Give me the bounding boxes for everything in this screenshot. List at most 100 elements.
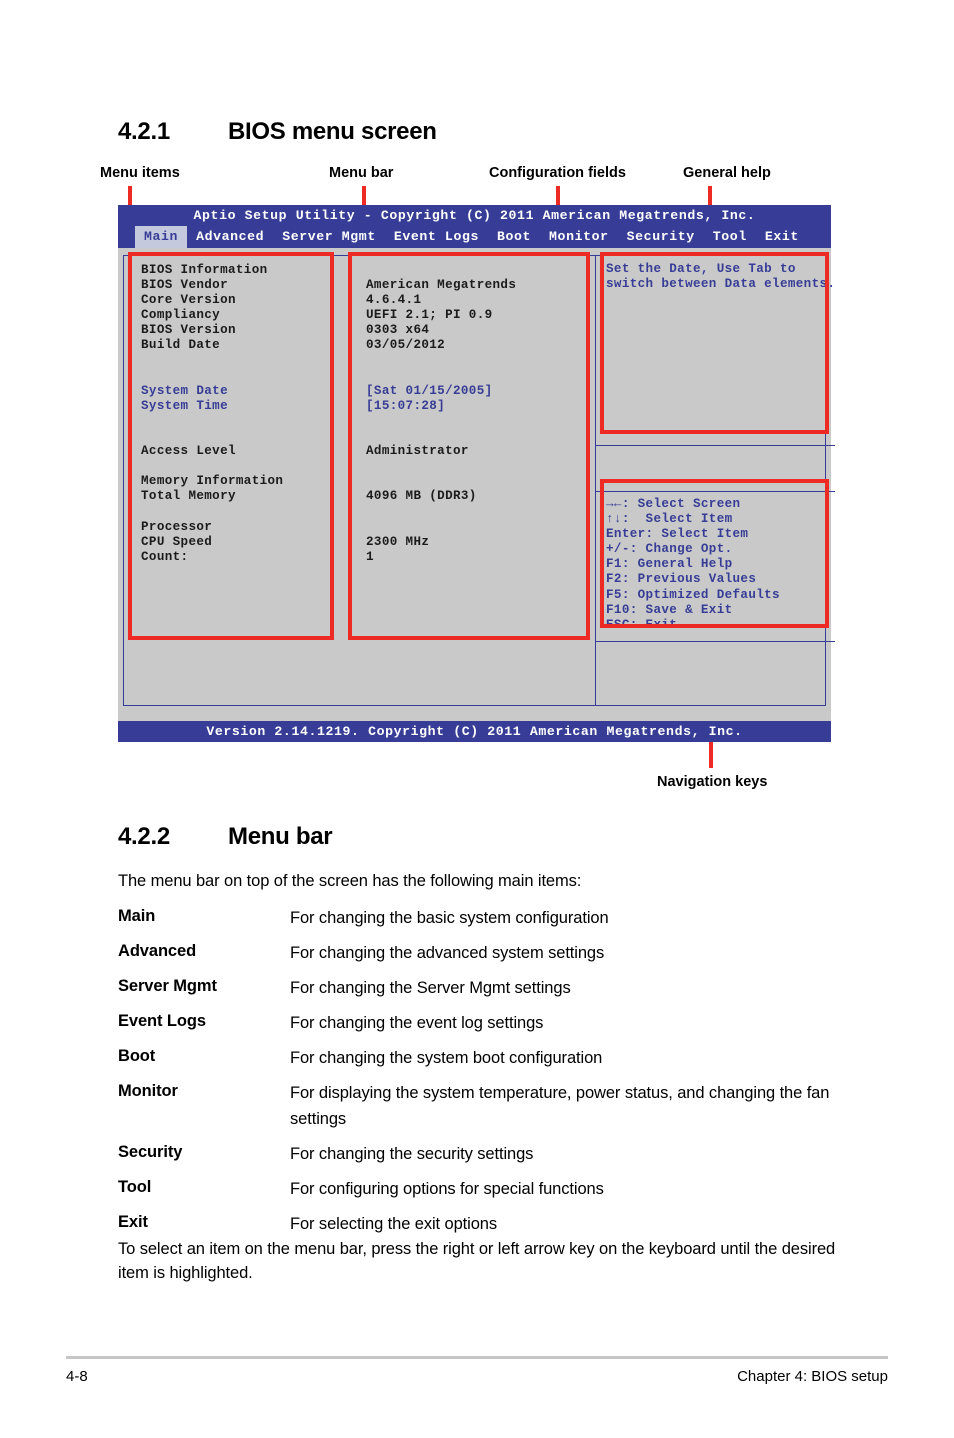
menu-bar-item-row: Security For changing the security settin…	[118, 1141, 848, 1167]
bios-tab-monitor[interactable]: Monitor	[540, 226, 618, 248]
bios-body: BIOS Information BIOS Vendor American Mega…	[123, 255, 836, 706]
menu-bar-outro-paragraph: To select an item on the menu bar, press…	[118, 1240, 836, 1282]
menu-bar-item-term: Monitor	[118, 1082, 178, 1100]
bios-row: Build Date 03/05/2012	[124, 338, 595, 353]
section-number-421: 4.2.1	[118, 118, 170, 145]
bios-item-value: UEFI 2.1; PI 0.9	[366, 308, 493, 323]
bios-general-help-text: Set the Date, Use Tab to switch between …	[606, 262, 836, 292]
bios-tab-main[interactable]: Main	[135, 226, 188, 248]
footer-rule	[66, 1356, 888, 1359]
callout-menu-items: Menu items	[100, 165, 180, 181]
footer-chapter: Chapter 4: BIOS setup	[737, 1368, 888, 1385]
bios-item-value: 4.6.4.1	[366, 293, 422, 308]
bios-tab-event-logs[interactable]: Event Logs	[385, 226, 488, 248]
bios-title-bar: Aptio Setup Utility - Copyright (C) 2011…	[118, 205, 831, 226]
bios-item-label: BIOS Version	[141, 323, 236, 338]
callout-general-help: General help	[683, 165, 771, 181]
bios-row: Total Memory 4096 MB (DDR3)	[124, 489, 595, 504]
nav-divider-bottom	[596, 641, 836, 642]
menu-bar-item-row: Monitor For displaying the system tempera…	[118, 1080, 848, 1132]
bios-item-value: 03/05/2012	[366, 338, 446, 353]
bios-item-value[interactable]: [15:07:28]	[352, 399, 595, 414]
menu-bar-item-row: Tool For configuring options for special …	[118, 1176, 848, 1202]
section-title-422: Menu bar	[228, 823, 333, 850]
bios-item-label: System Time	[141, 398, 228, 413]
bios-item-label: BIOS Vendor	[141, 278, 228, 293]
bios-tab-security[interactable]: Security	[618, 226, 704, 248]
bios-row: Access Level Administrator	[124, 444, 595, 459]
menu-bar-item-term: Boot	[118, 1047, 156, 1065]
bios-row: Count: 1	[124, 550, 595, 565]
bios-item-value	[352, 263, 595, 278]
bios-item-value	[352, 520, 595, 535]
menu-bar-item-description: For selecting the exit options	[290, 1215, 498, 1233]
bios-item-label: Core Version	[141, 293, 236, 308]
menu-bar-item-term: Security	[118, 1143, 183, 1161]
bios-tab-boot[interactable]: Boot	[488, 226, 540, 248]
bios-item-label: Build Date	[141, 338, 221, 353]
menu-bar-item-description: For changing the security settings	[290, 1145, 534, 1163]
menu-bar-item-term: Event Logs	[118, 1012, 206, 1030]
help-divider-top	[596, 445, 836, 446]
menu-bar-item-row: Event Logs For changing the event log set…	[118, 1010, 848, 1036]
menu-bar-item-row: Server Mgmt For changing the Server Mgmt …	[118, 975, 848, 1001]
callout-navigation-keys: Navigation keys	[657, 774, 768, 790]
bios-setup-screen: Aptio Setup Utility - Copyright (C) 2011…	[118, 205, 836, 742]
bios-row: CPU Speed 2300 MHz	[124, 535, 595, 550]
bios-row: BIOS Information	[124, 263, 595, 278]
bios-item-value: 1	[366, 549, 374, 564]
bios-row: Memory Information	[124, 474, 595, 489]
bios-tab-exit[interactable]: Exit	[756, 226, 808, 248]
bios-item-value[interactable]: [Sat 01/15/2005]	[352, 384, 595, 399]
bios-row-spacer	[124, 429, 595, 444]
menu-bar-item-description: For changing the advanced system setting…	[290, 944, 605, 962]
bios-item-value	[352, 474, 595, 489]
menu-bar-item-list: Main For changing the basic system config…	[118, 905, 848, 1246]
bios-item-value: 0303 x64	[366, 323, 430, 338]
bios-tab-advanced[interactable]: Advanced	[187, 226, 273, 248]
bios-row: Processor	[124, 520, 595, 535]
bios-row-spacer	[124, 369, 595, 384]
menu-bar-item-term: Main	[118, 907, 156, 925]
bios-row: BIOS Version 0303 x64	[124, 323, 595, 338]
menu-bar-item-description: For changing the system boot configurati…	[290, 1049, 603, 1067]
bios-row: BIOS Vendor American Megatrends	[124, 278, 595, 293]
bios-help-panel: Set the Date, Use Tab to switch between …	[596, 256, 836, 705]
menu-bar-item-term: Tool	[118, 1178, 152, 1196]
bios-item-label: System Date	[141, 383, 228, 398]
menu-bar-item-description: For changing the event log settings	[290, 1014, 544, 1032]
bios-row[interactable]: System Time [15:07:28]	[124, 399, 595, 414]
bios-item-label: Count:	[141, 549, 189, 564]
bios-tab-tool[interactable]: Tool	[704, 226, 756, 248]
bios-item-value: 2300 MHz	[366, 534, 430, 549]
callout-menu-bar: Menu bar	[329, 165, 394, 181]
bios-tab-server-mgmt[interactable]: Server Mgmt	[273, 226, 385, 248]
bios-row-spacer	[124, 354, 595, 369]
bios-menu-bar[interactable]: Main Advanced Server Mgmt Event Logs Boo…	[118, 226, 831, 248]
bios-item-label: Total Memory	[141, 489, 236, 504]
bios-item-label: Memory Information	[141, 474, 284, 489]
menu-bar-item-term: Advanced	[118, 942, 197, 960]
menu-bar-item-description: For displaying the system temperature, p…	[290, 1084, 830, 1128]
bios-item-label: Access Level	[141, 444, 236, 459]
bios-row-spacer	[124, 505, 595, 520]
bios-item-label: Compliancy	[141, 308, 221, 323]
section-heading-422: 4.2.2 Menu bar	[118, 823, 333, 851]
menu-bar-item-term: Server Mgmt	[118, 977, 217, 995]
menu-bar-item-row: Main For changing the basic system config…	[118, 905, 848, 931]
bios-row-spacer	[124, 414, 595, 429]
menu-bar-intro-paragraph: The menu bar on top of the screen has th…	[118, 872, 582, 890]
menu-bar-item-row: Advanced For changing the advanced system…	[118, 940, 848, 966]
bios-items-panel: BIOS Information BIOS Vendor American Mega…	[124, 256, 596, 705]
bios-navigation-keys-text: →←: Select Screen ↑↓: Select Item Enter:…	[606, 497, 780, 632]
bios-item-value: American Megatrends	[366, 278, 517, 293]
bios-item-value: 4096 MB (DDR3)	[366, 489, 477, 504]
bios-row-spacer	[124, 459, 595, 474]
menu-bar-item-description: For configuring options for special func…	[290, 1180, 604, 1198]
footer-page-number: 4-8	[66, 1368, 88, 1385]
menu-bar-item-description: For changing the basic system configurat…	[290, 909, 609, 927]
menu-bar-item-row: Exit For selecting the exit options	[118, 1211, 848, 1237]
bios-item-value: Administrator	[366, 444, 469, 459]
callout-configuration-fields: Configuration fields	[489, 165, 626, 181]
bios-row[interactable]: System Date [Sat 01/15/2005]	[124, 384, 595, 399]
